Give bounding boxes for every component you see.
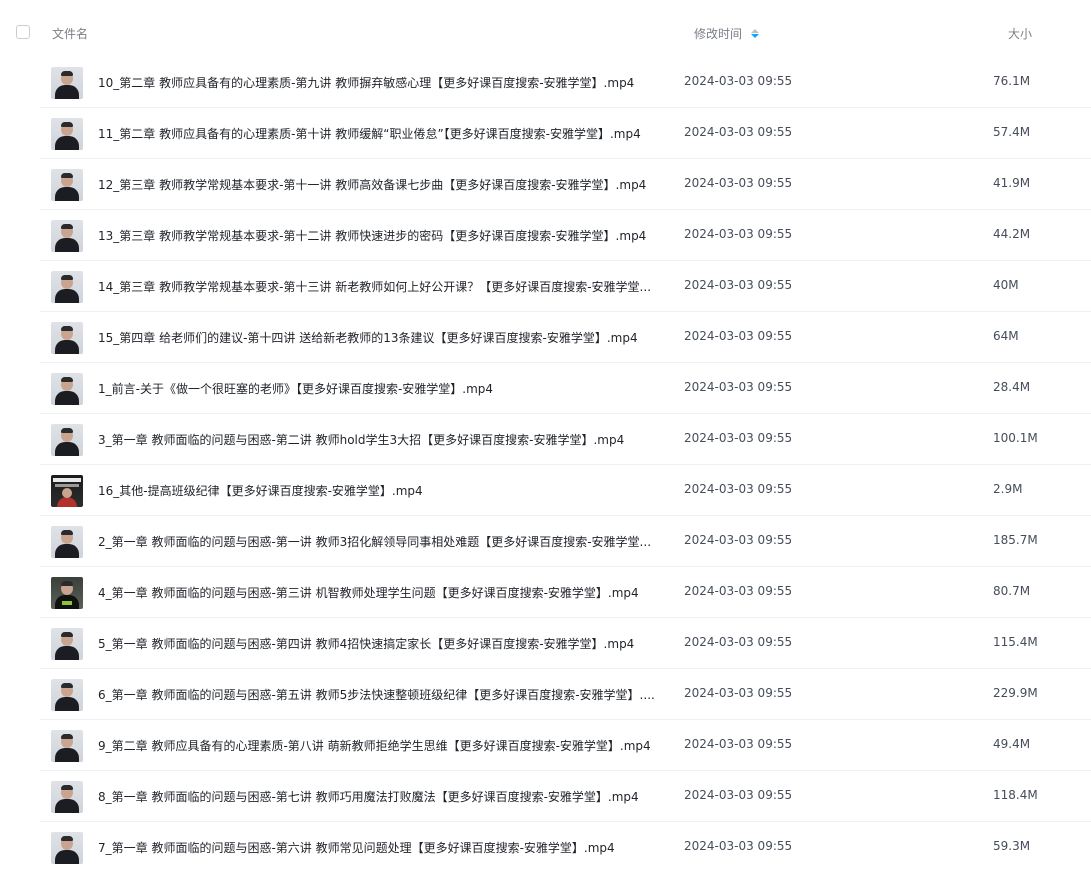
file-size: 28.4M bbox=[993, 380, 1031, 394]
file-name[interactable]: 16_其他-提高班级纪律【更多好课百度搜索-安雅学堂】.mp4 bbox=[98, 482, 658, 499]
file-modified-time: 2024-03-03 09:55 bbox=[684, 584, 793, 598]
file-modified-time: 2024-03-03 09:55 bbox=[684, 74, 793, 88]
file-name[interactable]: 2_第一章 教师面临的问题与困惑-第一讲 教师3招化解领导同事相处难题【更多好课… bbox=[98, 533, 658, 550]
column-header-name[interactable]: 文件名 bbox=[52, 25, 88, 42]
file-size: 49.4M bbox=[993, 737, 1031, 751]
select-all-checkbox[interactable] bbox=[16, 25, 30, 39]
file-name[interactable]: 12_第三章 教师教学常规基本要求-第十一讲 教师高效备课七步曲【更多好课百度搜… bbox=[98, 176, 658, 193]
video-thumbnail-icon[interactable] bbox=[51, 322, 83, 354]
file-modified-time: 2024-03-03 09:55 bbox=[684, 227, 793, 241]
file-name[interactable]: 15_第四章 给老师们的建议-第十四讲 送给新老教师的13条建议【更多好课百度搜… bbox=[98, 329, 658, 346]
file-row[interactable]: 4_第一章 教师面临的问题与困惑-第三讲 机智教师处理学生问题【更多好课百度搜索… bbox=[0, 567, 1091, 618]
file-name[interactable]: 13_第三章 教师教学常规基本要求-第十二讲 教师快速进步的密码【更多好课百度搜… bbox=[98, 227, 658, 244]
video-thumbnail-icon[interactable] bbox=[51, 730, 83, 762]
file-size: 57.4M bbox=[993, 125, 1031, 139]
file-name[interactable]: 8_第一章 教师面临的问题与困惑-第七讲 教师巧用魔法打败魔法【更多好课百度搜索… bbox=[98, 788, 658, 805]
video-thumbnail-icon[interactable] bbox=[51, 577, 83, 609]
file-name[interactable]: 1_前言-关于《做一个很旺塞的老师》【更多好课百度搜索-安雅学堂】.mp4 bbox=[98, 380, 658, 397]
file-modified-time: 2024-03-03 09:55 bbox=[684, 278, 793, 292]
file-size: 41.9M bbox=[993, 176, 1031, 190]
video-thumbnail-icon[interactable] bbox=[51, 526, 83, 558]
file-name[interactable]: 10_第二章 教师应具备有的心理素质-第九讲 教师摒弃敏感心理【更多好课百度搜索… bbox=[98, 74, 658, 91]
file-row[interactable]: 14_第三章 教师教学常规基本要求-第十三讲 新老教师如何上好公开课？【更多好课… bbox=[0, 261, 1091, 312]
file-modified-time: 2024-03-03 09:55 bbox=[684, 431, 793, 445]
video-thumbnail-icon[interactable] bbox=[51, 118, 83, 150]
file-row[interactable]: 5_第一章 教师面临的问题与困惑-第四讲 教师4招快速搞定家长【更多好课百度搜索… bbox=[0, 618, 1091, 669]
video-thumbnail-icon[interactable] bbox=[51, 373, 83, 405]
video-thumbnail-icon[interactable] bbox=[51, 67, 83, 99]
file-modified-time: 2024-03-03 09:55 bbox=[684, 125, 793, 139]
video-thumbnail-icon[interactable] bbox=[51, 169, 83, 201]
video-thumbnail-icon[interactable] bbox=[51, 679, 83, 711]
file-row[interactable]: 3_第一章 教师面临的问题与困惑-第二讲 教师hold学生3大招【更多好课百度搜… bbox=[0, 414, 1091, 465]
file-size: 229.9M bbox=[993, 686, 1038, 700]
file-size: 118.4M bbox=[993, 788, 1038, 802]
file-name[interactable]: 9_第二章 教师应具备有的心理素质-第八讲 萌新教师拒绝学生思维【更多好课百度搜… bbox=[98, 737, 658, 754]
file-modified-time: 2024-03-03 09:55 bbox=[684, 686, 793, 700]
video-thumbnail-icon[interactable] bbox=[51, 832, 83, 864]
file-name[interactable]: 7_第一章 教师面临的问题与困惑-第六讲 教师常见问题处理【更多好课百度搜索-安… bbox=[98, 839, 658, 856]
file-row[interactable]: 1_前言-关于《做一个很旺塞的老师》【更多好课百度搜索-安雅学堂】.mp4 202… bbox=[0, 363, 1091, 414]
file-row[interactable]: 16_其他-提高班级纪律【更多好课百度搜索-安雅学堂】.mp4 2024-03-0… bbox=[0, 465, 1091, 516]
video-thumbnail-icon[interactable] bbox=[51, 271, 83, 303]
file-modified-time: 2024-03-03 09:55 bbox=[684, 635, 793, 649]
column-header-time[interactable]: 修改时间 bbox=[694, 25, 760, 42]
file-size: 185.7M bbox=[993, 533, 1038, 547]
file-row[interactable]: 12_第三章 教师教学常规基本要求-第十一讲 教师高效备课七步曲【更多好课百度搜… bbox=[0, 159, 1091, 210]
file-modified-time: 2024-03-03 09:55 bbox=[684, 839, 793, 853]
video-thumbnail-icon[interactable] bbox=[51, 781, 83, 813]
file-name[interactable]: 4_第一章 教师面临的问题与困惑-第三讲 机智教师处理学生问题【更多好课百度搜索… bbox=[98, 584, 658, 601]
file-modified-time: 2024-03-03 09:55 bbox=[684, 533, 793, 547]
video-thumbnail-icon[interactable] bbox=[51, 628, 83, 660]
file-size: 2.9M bbox=[993, 482, 1023, 496]
file-size: 59.3M bbox=[993, 839, 1031, 853]
video-thumbnail-icon[interactable] bbox=[51, 424, 83, 456]
file-size: 100.1M bbox=[993, 431, 1038, 445]
file-modified-time: 2024-03-03 09:55 bbox=[684, 737, 793, 751]
file-size: 115.4M bbox=[993, 635, 1038, 649]
file-name[interactable]: 5_第一章 教师面临的问题与困惑-第四讲 教师4招快速搞定家长【更多好课百度搜索… bbox=[98, 635, 658, 652]
file-row[interactable]: 13_第三章 教师教学常规基本要求-第十二讲 教师快速进步的密码【更多好课百度搜… bbox=[0, 210, 1091, 261]
file-name[interactable]: 14_第三章 教师教学常规基本要求-第十三讲 新老教师如何上好公开课？【更多好课… bbox=[98, 278, 658, 295]
file-modified-time: 2024-03-03 09:55 bbox=[684, 788, 793, 802]
file-size: 80.7M bbox=[993, 584, 1031, 598]
column-header-time-label: 修改时间 bbox=[694, 27, 743, 41]
file-name[interactable]: 6_第一章 教师面临的问题与困惑-第五讲 教师5步法快速整顿班级纪律【更多好课百… bbox=[98, 686, 658, 703]
file-size: 40M bbox=[993, 278, 1019, 292]
file-row[interactable]: 6_第一章 教师面临的问题与困惑-第五讲 教师5步法快速整顿班级纪律【更多好课百… bbox=[0, 669, 1091, 720]
file-row[interactable]: 10_第二章 教师应具备有的心理素质-第九讲 教师摒弃敏感心理【更多好课百度搜索… bbox=[0, 57, 1091, 108]
file-modified-time: 2024-03-03 09:55 bbox=[684, 482, 793, 496]
file-modified-time: 2024-03-03 09:55 bbox=[684, 380, 793, 394]
video-thumbnail-icon[interactable] bbox=[51, 220, 83, 252]
file-name[interactable]: 3_第一章 教师面临的问题与困惑-第二讲 教师hold学生3大招【更多好课百度搜… bbox=[98, 431, 658, 448]
sort-desc-icon[interactable] bbox=[751, 29, 760, 38]
file-row[interactable]: 15_第四章 给老师们的建议-第十四讲 送给新老教师的13条建议【更多好课百度搜… bbox=[0, 312, 1091, 363]
file-row[interactable]: 2_第一章 教师面临的问题与困惑-第一讲 教师3招化解领导同事相处难题【更多好课… bbox=[0, 516, 1091, 567]
file-modified-time: 2024-03-03 09:55 bbox=[684, 176, 793, 190]
file-size: 64M bbox=[993, 329, 1019, 343]
file-size: 76.1M bbox=[993, 74, 1031, 88]
video-thumbnail-icon[interactable] bbox=[51, 475, 83, 507]
file-row[interactable]: 8_第一章 教师面临的问题与困惑-第七讲 教师巧用魔法打败魔法【更多好课百度搜索… bbox=[0, 771, 1091, 822]
file-row[interactable]: 9_第二章 教师应具备有的心理素质-第八讲 萌新教师拒绝学生思维【更多好课百度搜… bbox=[0, 720, 1091, 771]
column-header-size[interactable]: 大小 bbox=[1008, 25, 1032, 42]
file-size: 44.2M bbox=[993, 227, 1031, 241]
file-modified-time: 2024-03-03 09:55 bbox=[684, 329, 793, 343]
file-row[interactable]: 7_第一章 教师面临的问题与困惑-第六讲 教师常见问题处理【更多好课百度搜索-安… bbox=[0, 822, 1091, 872]
file-name[interactable]: 11_第二章 教师应具备有的心理素质-第十讲 教师缓解“职业倦怠”【更多好课百度… bbox=[98, 125, 658, 142]
file-list-table: 文件名 修改时间 大小 10_第二章 教师应具备有的心理素质-第九讲 教师摒弃敏… bbox=[0, 0, 1091, 872]
table-header: 文件名 修改时间 大小 bbox=[0, 0, 1091, 64]
file-rows: 10_第二章 教师应具备有的心理素质-第九讲 教师摒弃敏感心理【更多好课百度搜索… bbox=[0, 57, 1091, 872]
file-row[interactable]: 11_第二章 教师应具备有的心理素质-第十讲 教师缓解“职业倦怠”【更多好课百度… bbox=[0, 108, 1091, 159]
